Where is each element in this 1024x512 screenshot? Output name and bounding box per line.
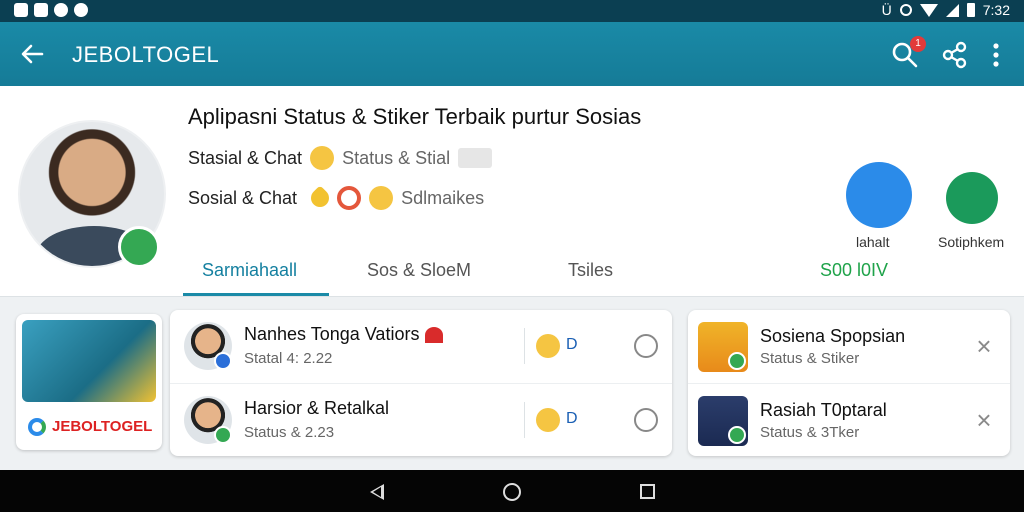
emoji-icon bbox=[536, 334, 560, 358]
verified-badge-icon bbox=[728, 426, 746, 444]
list-item[interactable]: Nanhes Tonga Vatiors Statal 4: 2.22 D bbox=[170, 310, 672, 383]
suggestion-card: Sosiena Spopsian Status & Stiker × Rasia… bbox=[688, 310, 1010, 456]
notification-icon bbox=[34, 3, 48, 17]
info-icon[interactable] bbox=[634, 334, 658, 358]
system-nav-bar bbox=[0, 470, 1024, 512]
list-item-count: D bbox=[566, 410, 578, 427]
tab-s00-l0iv[interactable]: S00 l0IV bbox=[820, 260, 888, 281]
status-icons-right: Ü 7:32 bbox=[882, 2, 1010, 18]
profile-line-1: Stasial & Chat Status & Stial bbox=[188, 146, 493, 170]
list-item-title: Nanhes Tonga Vatiors bbox=[244, 324, 444, 345]
ring-sticker-icon bbox=[337, 186, 362, 210]
status-indicator: Ü bbox=[881, 2, 892, 18]
notification-icon bbox=[74, 3, 88, 17]
more-vert-icon[interactable] bbox=[990, 40, 1002, 70]
verified-badge-icon bbox=[214, 352, 232, 370]
profile-title: Aplipasni Status & Stiker Terbaik purtur… bbox=[188, 104, 642, 129]
share-icon[interactable] bbox=[940, 40, 968, 70]
list-item-title: Harsior & Retalkal bbox=[244, 398, 390, 418]
info-icon[interactable] bbox=[634, 408, 658, 432]
cloud-action-button[interactable] bbox=[846, 162, 912, 228]
list-item[interactable]: Harsior & Retalkal Status & 2.23 D bbox=[170, 383, 672, 456]
alarm-icon bbox=[899, 4, 912, 16]
list-item-subtitle: Status & Stiker bbox=[760, 350, 860, 367]
divider bbox=[524, 402, 525, 438]
profile-line-2: Sosial & Chat Sdlmaikes bbox=[188, 185, 485, 211]
battery-icon bbox=[966, 3, 975, 17]
close-icon[interactable]: × bbox=[972, 333, 996, 359]
tab-tsiles[interactable]: Tsiles bbox=[568, 260, 613, 281]
emoji-sticker-icon bbox=[310, 146, 335, 170]
tab-sos-sloem[interactable]: Sos & SloeM bbox=[367, 260, 471, 281]
tab-sarmiahaall[interactable]: Sarmiahaall bbox=[202, 260, 297, 281]
line2-label: Sosial & Chat bbox=[188, 187, 298, 208]
play-chip-icon[interactable] bbox=[458, 148, 493, 168]
nav-home-icon[interactable] bbox=[503, 483, 521, 501]
line2-muted: Sdlmaikes bbox=[401, 187, 485, 208]
list-item-count: D bbox=[566, 336, 578, 353]
header-divider bbox=[0, 296, 1024, 297]
verified-badge-icon bbox=[728, 352, 746, 370]
list-item-subtitle: Status & 2.23 bbox=[244, 424, 335, 441]
emoji-icon bbox=[536, 408, 560, 432]
promo-label: JEBOLTOGEL bbox=[52, 418, 153, 435]
promo-card[interactable]: JEBOLTOGEL bbox=[16, 314, 162, 450]
heart-sticker-icon bbox=[307, 185, 333, 211]
wifi-icon bbox=[919, 3, 938, 17]
heart-icon bbox=[425, 327, 444, 344]
list-item-title: Rasiah T0ptaral bbox=[760, 400, 887, 420]
back-arrow-icon[interactable] bbox=[18, 40, 46, 68]
notification-icon bbox=[14, 3, 28, 17]
list-item[interactable]: Sosiena Spopsian Status & Stiker × bbox=[688, 310, 1010, 383]
app-title: JEBOLTOGEL bbox=[72, 42, 220, 67]
promo-logo-icon bbox=[28, 418, 46, 436]
list-item-title: Sosiena Spopsian bbox=[760, 326, 906, 346]
status-list-card: Nanhes Tonga Vatiors Statal 4: 2.22 D Ha… bbox=[170, 310, 672, 456]
notification-badge: 1 bbox=[910, 36, 926, 52]
close-icon[interactable]: × bbox=[972, 407, 996, 433]
edit-badge-icon[interactable] bbox=[118, 226, 160, 268]
list-item-subtitle: Status & 3Tker bbox=[760, 424, 860, 441]
signal-icon bbox=[945, 3, 959, 17]
action-label-2: Sotiphkem bbox=[938, 234, 1005, 250]
line1-muted: Status & Stial bbox=[342, 147, 451, 168]
status-icons-left bbox=[14, 3, 88, 17]
promo-image bbox=[22, 320, 156, 402]
chat-action-button[interactable] bbox=[946, 172, 998, 224]
status-bar: Ü 7:32 bbox=[0, 0, 1024, 22]
notification-icon bbox=[54, 3, 68, 17]
nav-recents-icon[interactable] bbox=[640, 484, 655, 499]
nav-back-icon[interactable] bbox=[370, 484, 384, 500]
status-time: 7:32 bbox=[982, 2, 1010, 18]
verified-badge-icon bbox=[214, 426, 232, 444]
emoji-sticker-icon bbox=[369, 186, 394, 210]
action-label-1: lahalt bbox=[856, 234, 890, 250]
list-item[interactable]: Rasiah T0ptaral Status & 3Tker × bbox=[688, 383, 1010, 456]
list-item-subtitle: Statal 4: 2.22 bbox=[244, 350, 333, 367]
line1-label: Stasial & Chat bbox=[188, 147, 303, 168]
divider bbox=[524, 328, 525, 364]
app-bar: JEBOLTOGEL 1 bbox=[0, 22, 1024, 86]
